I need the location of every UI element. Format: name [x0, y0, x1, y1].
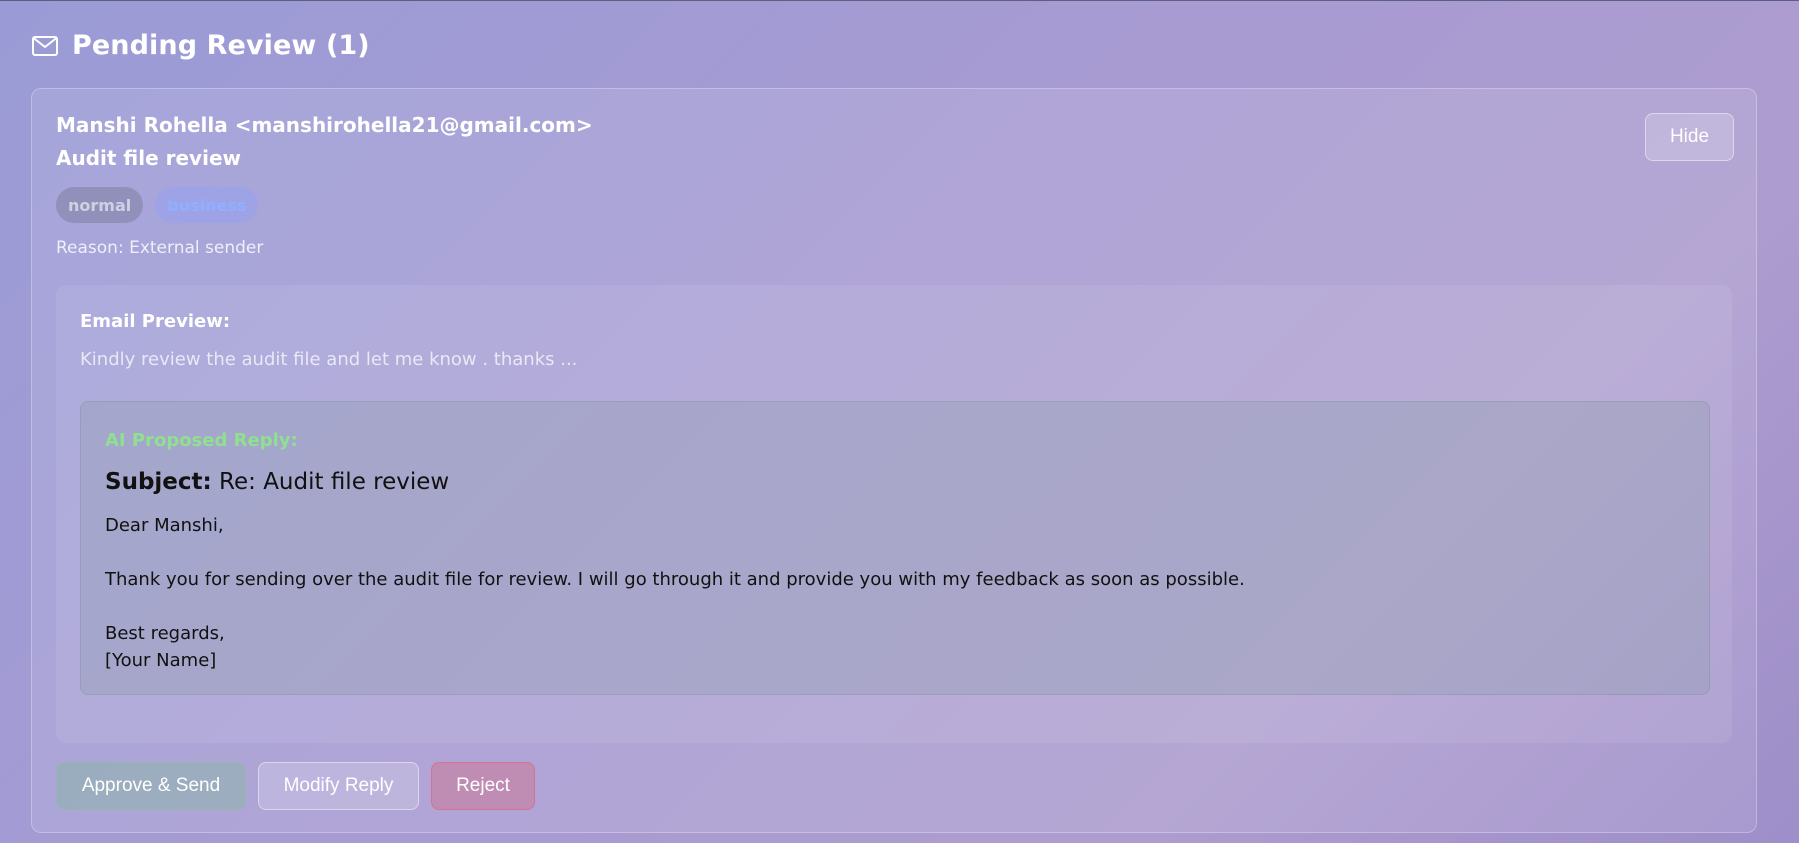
action-bar: Approve & Send Modify Reply Reject: [56, 762, 535, 810]
modify-reply-button[interactable]: Modify Reply: [258, 762, 419, 810]
category-tag: business: [155, 187, 259, 223]
review-reason: Reason: External sender: [56, 238, 264, 258]
page-title: Pending Review (1): [72, 30, 370, 61]
email-preview-panel: Email Preview: Kindly review the audit f…: [56, 285, 1732, 743]
hide-button[interactable]: Hide: [1645, 113, 1734, 161]
ai-reply-subject: Subject: Re: Audit file review: [105, 469, 449, 495]
ai-reply-label: AI Proposed Reply:: [105, 430, 298, 451]
tag-list: normal business: [56, 187, 259, 223]
ai-reply-signature: [Your Name]: [105, 650, 217, 671]
mail-icon: [32, 35, 58, 56]
ai-reply-subject-value: Re: Audit file review: [219, 469, 450, 495]
ai-reply-paragraph: Thank you for sending over the audit fil…: [105, 569, 1245, 590]
page-header: Pending Review (1): [32, 30, 370, 61]
reject-button[interactable]: Reject: [431, 762, 535, 810]
ai-reply-greeting: Dear Manshi,: [105, 515, 224, 536]
ai-reply-box: AI Proposed Reply: Subject: Re: Audit fi…: [80, 401, 1710, 695]
email-sender: Manshi Rohella <manshirohella21@gmail.co…: [56, 113, 593, 137]
email-subject: Audit file review: [56, 146, 241, 170]
email-review-card: Manshi Rohella <manshirohella21@gmail.co…: [31, 88, 1757, 833]
window-top-edge: [0, 0, 1799, 1]
ai-reply-closing: Best regards,: [105, 623, 225, 644]
preview-text: Kindly review the audit file and let me …: [80, 349, 578, 370]
ai-reply-body: Dear Manshi, Thank you for sending over …: [105, 512, 1245, 674]
preview-label: Email Preview:: [80, 311, 231, 332]
ai-reply-subject-key: Subject:: [105, 469, 212, 495]
approve-send-button[interactable]: Approve & Send: [56, 762, 246, 810]
priority-tag: normal: [56, 187, 144, 223]
